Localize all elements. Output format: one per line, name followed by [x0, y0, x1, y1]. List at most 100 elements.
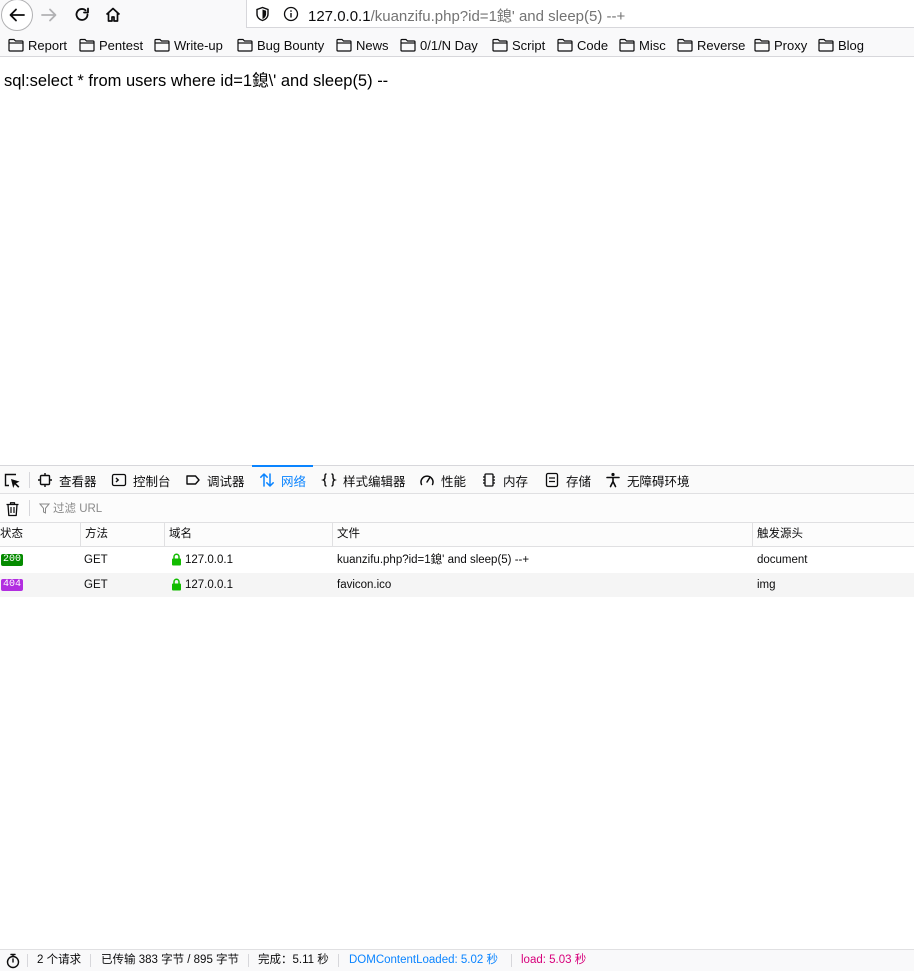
tab-debugger[interactable]: 调试器	[185, 466, 245, 494]
folder-icon	[336, 38, 356, 52]
tab-console[interactable]: 控制台	[111, 466, 171, 494]
bookmark-folder-reverse[interactable]: Reverse	[677, 36, 745, 54]
toolbar-separator	[29, 472, 30, 488]
finish-time: 完成：5.11 秒	[258, 954, 329, 966]
request-cause: document	[757, 554, 808, 566]
tab-label: 控制台	[133, 474, 171, 489]
column-header-status[interactable]: 状态	[0, 523, 80, 546]
bookmark-folder-report[interactable]: Report	[8, 36, 67, 54]
request-cause: img	[757, 579, 776, 591]
site-info-icon[interactable]	[283, 6, 299, 22]
bookmark-folder-0-1-n-day[interactable]: 0/1/N Day	[400, 36, 478, 54]
bookmark-folder-bug-bounty[interactable]: Bug Bounty	[237, 36, 324, 54]
table-row[interactable]: 404 GET 127.0.0.1 favicon.ico img	[0, 573, 914, 597]
url-text[interactable]: 127.0.0.1/kuanzifu.php?id=1鎴' and sleep(…	[308, 5, 625, 26]
bookmark-label: News	[356, 37, 389, 53]
status-separator	[338, 954, 339, 967]
transferred-size: 已传输 383 字节 / 895 字节	[101, 954, 240, 966]
tab-storage[interactable]: 存储	[544, 466, 591, 494]
bookmark-label: Proxy	[774, 37, 808, 53]
request-method: GET	[84, 554, 108, 566]
status-badge: 404	[1, 579, 24, 591]
element-picker-icon[interactable]	[3, 473, 21, 489]
url-host: 127.0.0.1	[308, 8, 371, 25]
tab-label: 性能	[441, 474, 467, 489]
home-button[interactable]	[98, 0, 128, 30]
filter-url-input[interactable]	[36, 499, 355, 519]
bookmark-label: Blog	[838, 37, 865, 53]
tab-label: 无障碍环境	[627, 474, 690, 489]
column-header-file[interactable]: 文件	[332, 523, 752, 546]
inspector-icon	[37, 472, 59, 488]
bookmark-label: Reverse	[697, 37, 746, 53]
tracking-protection-shield-icon[interactable]	[255, 6, 270, 22]
bookmark-folder-write-up[interactable]: Write-up	[154, 36, 223, 54]
tab-accessibility[interactable]: 无障碍环境	[605, 466, 690, 494]
table-row[interactable]: 200 GET 127.0.0.1 kuanzifu.php?id=1鎴' an…	[0, 548, 914, 572]
tab-label: 网络	[281, 474, 307, 489]
bookmark-folder-blog[interactable]: Blog	[818, 36, 864, 54]
folder-icon	[677, 38, 697, 52]
folder-icon	[154, 38, 174, 52]
folder-icon	[619, 38, 639, 52]
home-icon	[104, 6, 122, 24]
console-icon	[111, 472, 133, 488]
status-separator	[27, 954, 28, 967]
bookmark-label: Bug Bounty	[257, 37, 325, 53]
lock-icon	[171, 553, 182, 566]
forward-button[interactable]	[34, 0, 64, 30]
folder-icon	[818, 38, 838, 52]
performance-icon	[419, 472, 441, 488]
tab-performance[interactable]: 性能	[419, 466, 466, 494]
request-file: favicon.ico	[337, 579, 392, 591]
load-time: load: 5.03 秒	[521, 954, 587, 966]
request-method: GET	[84, 579, 108, 591]
tab-inspector[interactable]: 查看器	[37, 466, 97, 494]
back-button[interactable]	[1, 0, 33, 31]
url-bar[interactable]: 127.0.0.1/kuanzifu.php?id=1鎴' and sleep(…	[246, 0, 914, 28]
bookmark-folder-code[interactable]: Code	[557, 36, 608, 54]
clear-trash-icon[interactable]	[5, 501, 20, 517]
folder-icon	[237, 38, 257, 52]
tab-memory[interactable]: 内存	[481, 466, 528, 494]
toolbar-separator	[29, 500, 30, 516]
bookmark-label: Write-up	[174, 37, 223, 53]
lock-icon	[171, 578, 182, 591]
bookmark-label: 0/1/N Day	[420, 37, 478, 53]
dom-content-loaded-time: DOMContentLoaded: 5.02 秒	[349, 954, 498, 966]
folder-icon	[557, 38, 577, 52]
bookmark-label: Pentest	[99, 37, 144, 53]
network-table-header: 状态 方法 域名 文件 触发源头	[0, 523, 914, 547]
navigation-toolbar: 127.0.0.1/kuanzifu.php?id=1鎴' and sleep(…	[0, 0, 914, 32]
page-sql-output: sql:select * from users where id=1鎴\' an…	[4, 72, 389, 90]
folder-icon	[492, 38, 512, 52]
bookmark-folder-misc[interactable]: Misc	[619, 36, 666, 54]
tab-network[interactable]: 网络	[252, 465, 313, 493]
tab-label: 内存	[503, 474, 529, 489]
tab-label: 查看器	[59, 474, 97, 489]
bookmark-folder-proxy[interactable]: Proxy	[754, 36, 807, 54]
tab-style-editor[interactable]: 样式编辑器	[321, 466, 406, 494]
bookmark-folder-script[interactable]: Script	[492, 36, 545, 54]
bookmark-label: Script	[512, 37, 546, 53]
network-filter-bar	[0, 494, 914, 523]
column-header-domain[interactable]: 域名	[164, 523, 332, 546]
request-domain: 127.0.0.1	[185, 579, 233, 591]
network-icon	[259, 472, 281, 488]
reload-button[interactable]	[67, 0, 97, 30]
folder-icon	[79, 38, 99, 52]
bookmark-label: Code	[577, 37, 609, 53]
tab-label: 存储	[566, 474, 592, 489]
bookmark-folder-news[interactable]: News	[336, 36, 389, 54]
url-path: /kuanzifu.php?id=1鎴' and sleep(5) --+	[370, 8, 626, 25]
status-separator	[511, 954, 512, 967]
column-header-cause[interactable]: 触发源头	[752, 523, 914, 546]
storage-icon	[544, 472, 566, 488]
request-file: kuanzifu.php?id=1鎴' and sleep(5) --+	[337, 554, 530, 566]
bookmark-folder-pentest[interactable]: Pentest	[79, 36, 143, 54]
request-domain: 127.0.0.1	[185, 554, 233, 566]
stopwatch-icon[interactable]	[5, 953, 21, 969]
style-editor-icon	[321, 472, 343, 488]
reload-icon	[73, 6, 91, 24]
column-header-method[interactable]: 方法	[80, 523, 164, 546]
